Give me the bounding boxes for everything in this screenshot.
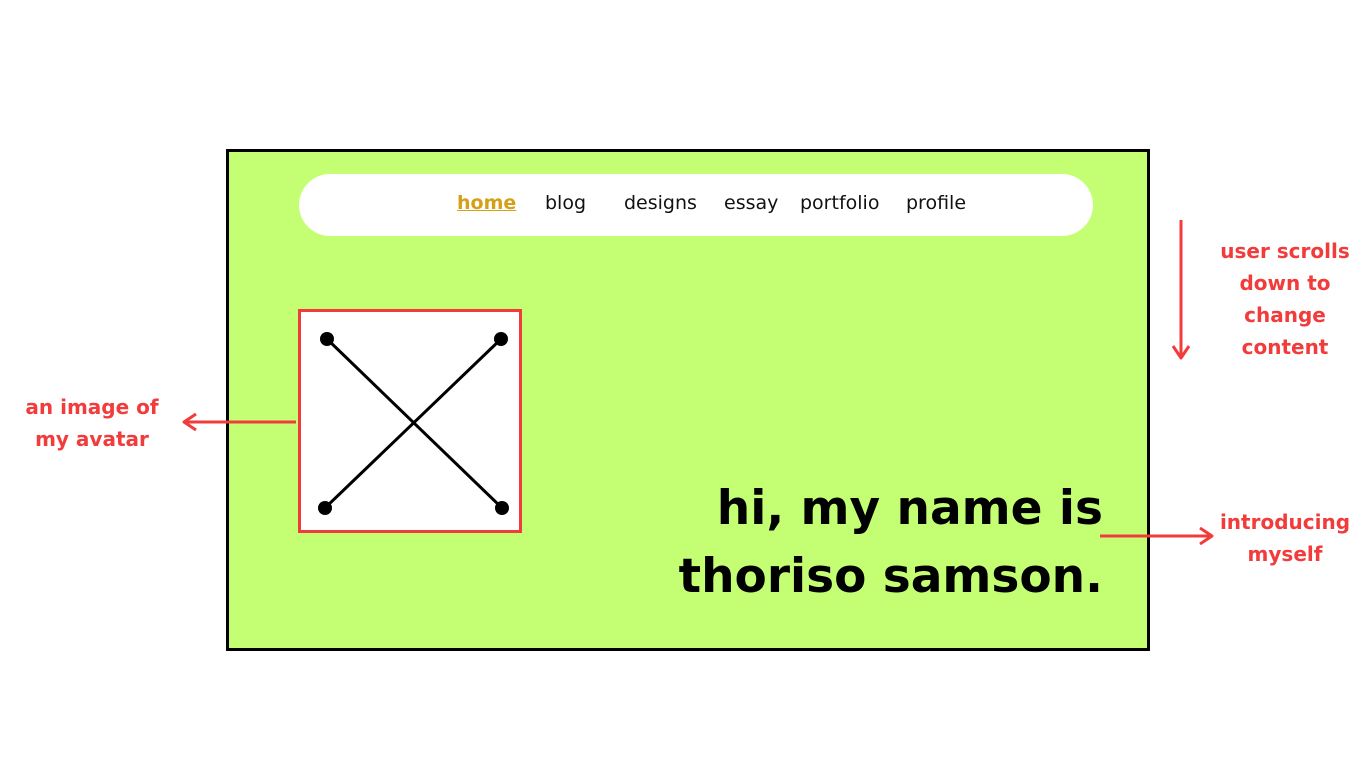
annotation-arrows bbox=[182, 220, 1214, 546]
intro-annotation-line1: introducing bbox=[1219, 510, 1351, 534]
scroll-annotation-line3: change bbox=[1244, 303, 1326, 327]
avatar-annotation-line2: my avatar bbox=[35, 427, 149, 451]
scroll-annotation: user scrolls down to change content bbox=[1214, 235, 1356, 363]
arrow-left-icon bbox=[182, 412, 296, 432]
scroll-annotation-line2: down to bbox=[1239, 271, 1331, 295]
avatar-annotation: an image of my avatar bbox=[22, 391, 162, 455]
arrow-right-icon bbox=[1100, 526, 1214, 546]
intro-annotation: introducing myself bbox=[1214, 506, 1356, 570]
arrow-down-icon bbox=[1171, 220, 1191, 360]
scroll-annotation-line1: user scrolls bbox=[1220, 239, 1350, 263]
scroll-annotation-line4: content bbox=[1241, 335, 1329, 359]
avatar-annotation-line1: an image of bbox=[25, 395, 159, 419]
intro-annotation-line2: myself bbox=[1247, 542, 1323, 566]
